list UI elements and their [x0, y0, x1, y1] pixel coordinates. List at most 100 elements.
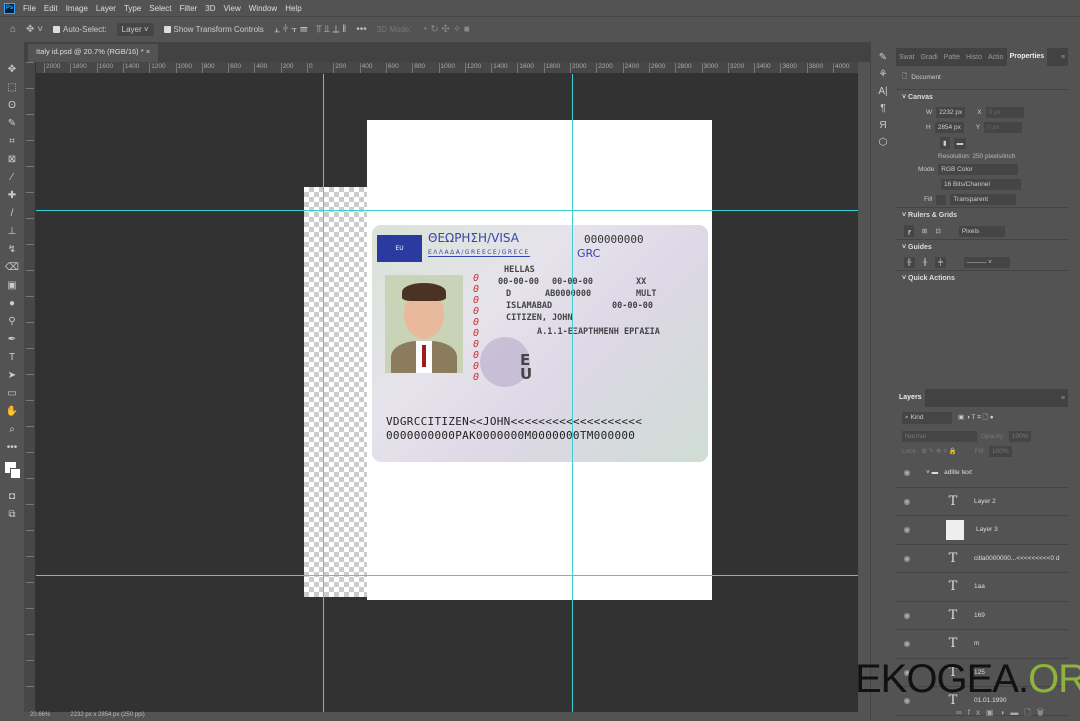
guide-vertical[interactable] — [323, 74, 324, 712]
blur-tool-icon[interactable]: ● — [3, 296, 21, 311]
pen-tool-icon[interactable]: ✒ — [3, 332, 21, 347]
more-tools-icon[interactable]: ••• — [3, 440, 21, 455]
menu-image[interactable]: Image — [66, 4, 88, 13]
eye-icon[interactable]: ◉ — [896, 497, 918, 506]
fill-field[interactable]: 100% — [988, 446, 1012, 457]
zoom-level[interactable]: 20.66% — [30, 712, 50, 720]
guides-section[interactable]: ˅ Guides — [896, 239, 1068, 255]
hand-tool-icon[interactable]: ✋ — [3, 404, 21, 419]
units-dropdown[interactable]: Pixels — [958, 225, 1005, 237]
eye-icon[interactable]: ◉ — [896, 554, 918, 563]
bit-depth-dropdown[interactable]: 16 Bits/Channel — [941, 179, 1021, 190]
move-tool-icon[interactable]: ✥ — [3, 62, 21, 77]
layer-row[interactable]: ◉ Layer 3 — [896, 516, 1068, 545]
screen-mode-icon[interactable]: ⧉ — [3, 507, 21, 522]
tab-actions[interactable]: Actio — [985, 54, 1007, 61]
dodge-tool-icon[interactable]: ⚲ — [3, 314, 21, 329]
home-icon[interactable]: ⌂ — [10, 24, 16, 35]
y-field[interactable]: 0 px — [984, 122, 1023, 133]
history-brush-tool-icon[interactable]: ↯ — [3, 242, 21, 257]
stamp-tool-icon[interactable]: ⊥ — [3, 224, 21, 239]
layer-row[interactable]: ◉ Tm — [896, 630, 1068, 659]
layer-row[interactable]: T 1aa — [896, 573, 1068, 602]
height-field[interactable]: 2854 px — [934, 122, 964, 133]
quick-select-tool-icon[interactable]: ✎ — [3, 116, 21, 131]
eraser-tool-icon[interactable]: ⌫ — [3, 260, 21, 275]
brush-tool-icon[interactable]: / — [3, 206, 21, 221]
menu-file[interactable]: File — [23, 4, 36, 13]
pixel-grid-icon[interactable]: ⊡ — [935, 227, 940, 235]
character-icon[interactable]: A| — [878, 86, 887, 97]
quick-actions-section[interactable]: ˅ Quick Actions — [896, 270, 1068, 286]
auto-select-dropdown[interactable]: Layer ˅ — [116, 23, 154, 36]
eye-icon[interactable]: ◉ — [896, 639, 918, 648]
filter-kind-dropdown[interactable]: ⌕ Kind — [902, 412, 952, 424]
brush-settings-icon[interactable]: ✎ — [879, 52, 887, 63]
more-icon[interactable]: ••• — [356, 24, 367, 35]
fill-dropdown[interactable]: Transparent — [950, 194, 1017, 205]
menu-view[interactable]: View — [224, 4, 241, 13]
canvas-area[interactable]: EU ΘΕΩΡΗΣΗ/VISA 000000000 ΕΛΛΑΔΑ/GREECE/… — [36, 74, 858, 712]
zoom-tool-icon[interactable]: ⌕ — [3, 422, 21, 437]
eye-icon[interactable]: ◉ — [896, 611, 918, 620]
blend-mode-dropdown[interactable]: Normal — [902, 431, 977, 442]
gradient-tool-icon[interactable]: ▣ — [3, 278, 21, 293]
guides-icon[interactable]: ╫ — [904, 257, 915, 268]
grid-icon[interactable]: ⊞ — [922, 227, 927, 235]
menu-3d[interactable]: 3D — [205, 4, 215, 13]
guide-vertical[interactable] — [572, 74, 573, 712]
portrait-orientation-icon[interactable]: ▮ — [940, 137, 950, 149]
document-info[interactable]: 2232 px x 2854 px (250 ppi) — [70, 712, 144, 720]
crop-tool-icon[interactable]: ⌗ — [3, 134, 21, 149]
3d-tools-icons[interactable]: ◔ ↻ ✣ ✧ ■ — [421, 24, 469, 35]
menu-layer[interactable]: Layer — [96, 4, 116, 13]
canvas-section[interactable]: ˅ Canvas — [896, 89, 1068, 105]
document-tab[interactable]: Italy id.psd @ 20.7% (RGB/16) * × — [28, 44, 159, 62]
panel-menu-icon[interactable]: ≡ — [1058, 54, 1068, 61]
layer-row[interactable]: ◉ T Layer 2 — [896, 488, 1068, 516]
fill-swatch[interactable] — [936, 194, 947, 205]
tab-patterns[interactable]: Patte — [941, 54, 963, 61]
document-canvas[interactable]: EU ΘΕΩΡΗΣΗ/VISA 000000000 ΕΛΛΑΔΑ/GREECE/… — [367, 120, 712, 600]
menu-window[interactable]: Window — [249, 4, 277, 13]
eyedropper-tool-icon[interactable]: ⁄ — [3, 170, 21, 185]
guide-horizontal[interactable] — [36, 575, 858, 576]
layer-row[interactable]: ◉ Tcitla0000000...<<<<<<<<<0 d — [896, 545, 1068, 573]
type-tool-icon[interactable]: T — [3, 350, 21, 365]
layer-footer-icons[interactable]: ∞fx▣◑▬🗋🗑 — [956, 707, 1050, 721]
eye-icon[interactable]: ◉ — [896, 525, 918, 534]
menu-type[interactable]: Type — [124, 4, 141, 13]
auto-select-checkbox[interactable]: Auto-Select: — [53, 25, 107, 34]
healing-tool-icon[interactable]: ✚ — [3, 188, 21, 203]
guide-horizontal[interactable] — [36, 210, 858, 211]
path-select-tool-icon[interactable]: ➤ — [3, 368, 21, 383]
clone-source-icon[interactable]: ⚘ — [879, 69, 888, 80]
menu-help[interactable]: Help — [285, 4, 301, 13]
smart-guides-icon[interactable]: ╪ — [935, 257, 946, 268]
color-swatches-icon[interactable] — [3, 458, 21, 486]
opacity-field[interactable]: 100% — [1008, 431, 1032, 442]
mode-dropdown[interactable]: RGB Color — [938, 164, 1019, 175]
width-field[interactable]: 2232 px — [936, 107, 966, 118]
frame-tool-icon[interactable]: ⊠ — [3, 152, 21, 167]
rectangle-tool-icon[interactable]: ▭ — [3, 386, 21, 401]
glyphs-icon[interactable]: Я — [879, 120, 886, 131]
tab-gradients[interactable]: Gradi — [918, 54, 941, 61]
3d-icon[interactable]: ⬡ — [879, 137, 888, 148]
tab-swatches[interactable]: Swat — [896, 54, 918, 61]
panel-menu-icon[interactable]: ≡ — [1058, 395, 1068, 402]
move-tool-icon[interactable]: ✥ ˅ — [26, 24, 43, 35]
layer-row[interactable]: ◉ T 169 — [896, 602, 1068, 630]
align-icons[interactable]: ⫠ ⫩ ⫟ ☰ ⫪ ⫫ ⊥ ‖ — [274, 24, 346, 35]
lock-guides-icon[interactable]: ╫ — [923, 259, 928, 266]
tab-history[interactable]: Histo — [963, 54, 985, 61]
guide-style-dropdown[interactable]: ——— ˅ — [963, 257, 1010, 268]
layer-group[interactable]: ◉ ˅ ▬ adlite text — [896, 459, 1068, 488]
tab-properties[interactable]: Properties — [1006, 48, 1048, 66]
menu-filter[interactable]: Filter — [180, 4, 198, 13]
marquee-tool-icon[interactable]: ⬚ — [3, 80, 21, 95]
menu-edit[interactable]: Edit — [44, 4, 58, 13]
filter-icons[interactable]: ▣ ◑ T ⌗ 🗋 ● — [958, 413, 994, 424]
paragraph-icon[interactable]: ¶ — [880, 103, 885, 114]
show-transform-checkbox[interactable]: Show Transform Controls — [163, 25, 264, 34]
